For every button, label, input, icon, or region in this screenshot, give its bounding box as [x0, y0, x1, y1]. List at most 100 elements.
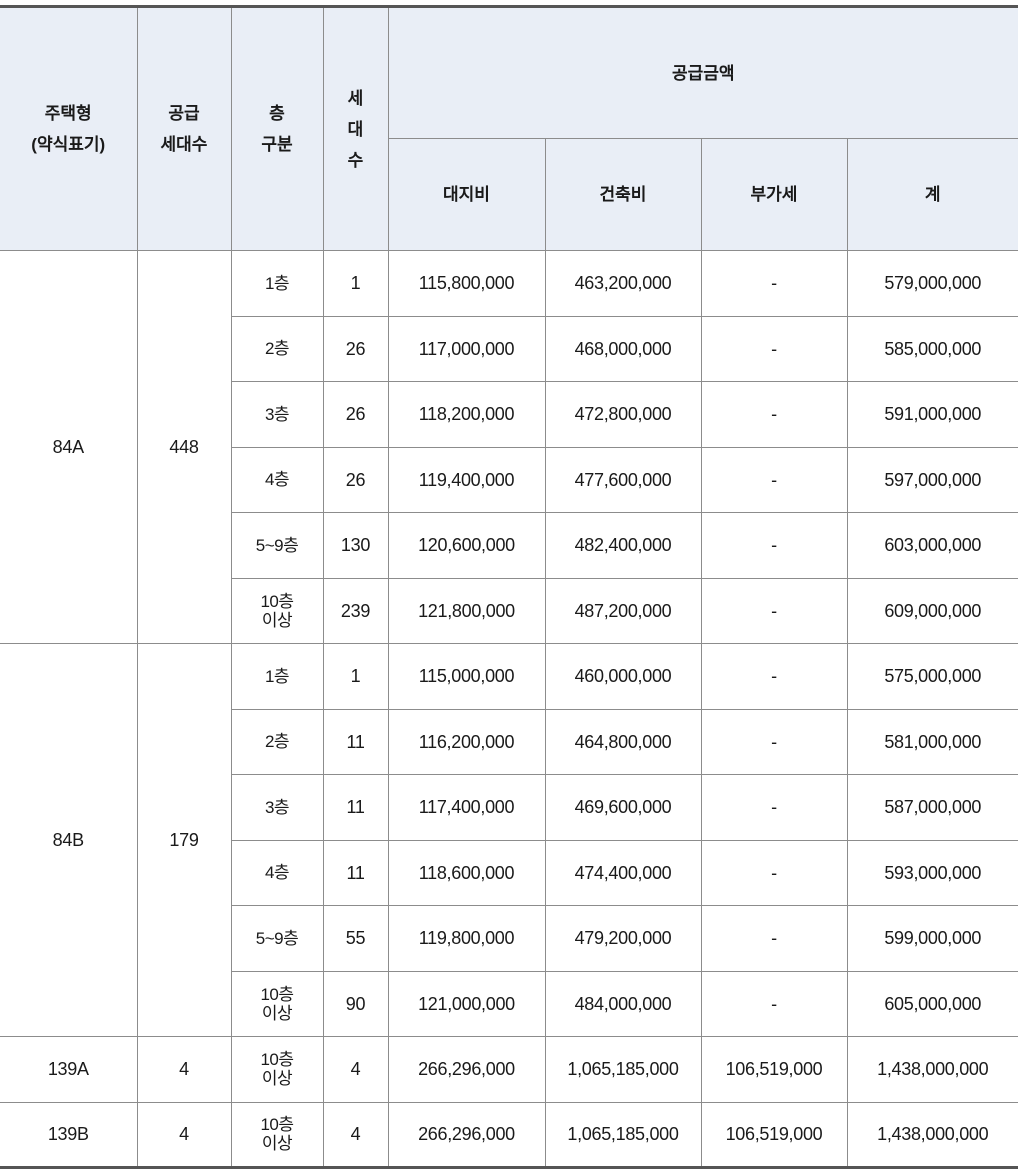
header-floor: 층 구분: [230, 6, 324, 251]
type-cell: 84B: [0, 643, 138, 1037]
building-cost-cell: 477,600,000: [544, 446, 702, 513]
vat-cell: -: [700, 905, 848, 972]
building-cost-cell: 463,200,000: [544, 250, 702, 317]
building-cost-cell: 1,065,185,000: [544, 1036, 702, 1103]
households-cell: 26: [322, 315, 389, 382]
building-cost-cell: 484,000,000: [544, 970, 702, 1037]
households-cell: 130: [322, 512, 389, 579]
households-cell: 11: [322, 774, 389, 841]
vat-cell: 106,519,000: [700, 1101, 848, 1168]
supply-count-cell: 448: [136, 250, 232, 644]
table-row: 84A 448 1층 1 115,800,000 463,200,000-579,000,…: [0, 250, 1018, 644]
building-cost-cell: 460,000,000: [544, 643, 702, 710]
header-supply-count: 공급 세대수: [136, 6, 232, 251]
vat-cell: -: [700, 381, 848, 448]
floor-cell: 3층: [231, 381, 324, 448]
building-cost-cell: 468,000,000: [544, 315, 702, 382]
floor-cell: 10층 이상: [231, 577, 324, 644]
floor-cell: 5~9층: [231, 905, 324, 972]
table-header: 주택형 (약식표기) 공급 세대수 층 구분 세대수 공급금액 대지비 건축비 부가세…: [0, 6, 1018, 251]
building-cost-cell: 472,800,000: [544, 381, 702, 448]
households-cell: 1: [322, 250, 389, 317]
land-cost-cell: 118,600,000: [387, 839, 546, 906]
vat-cell: -: [700, 643, 848, 710]
land-cost-cell: 116,200,000: [387, 708, 546, 775]
table-row: 139B 4 10층 이상 4 266,296,000 1,065,185,000 106,5…: [0, 1101, 1018, 1168]
land-cost-cell: 119,800,000: [387, 905, 546, 972]
header-land-cost: 대지비: [388, 138, 546, 251]
vat-cell: -: [700, 839, 848, 906]
floor-cell: 5~9층: [231, 512, 324, 579]
table-row: 139A 4 10층 이상 4 266,296,000 1,065,185,000 106,5…: [0, 1036, 1018, 1103]
land-cost-cell: 121,800,000: [387, 577, 546, 644]
type-cell: 139A: [0, 1036, 138, 1103]
total-cell: 587,000,000: [846, 774, 1018, 841]
floor-cell: 2층: [231, 708, 324, 775]
header-building-cost: 건축비: [544, 138, 702, 251]
table-body: 84A 448 1층 1 115,800,000 463,200,000-579,000,…: [0, 250, 1018, 1168]
households-cell: 239: [322, 577, 389, 644]
type-cell: 139B: [0, 1101, 138, 1168]
households-cell: 4: [322, 1036, 389, 1103]
total-cell: 597,000,000: [846, 446, 1018, 513]
land-cost-cell: 118,200,000: [387, 381, 546, 448]
total-cell: 609,000,000: [846, 577, 1018, 644]
households-cell: 90: [322, 970, 389, 1037]
total-cell: 603,000,000: [846, 512, 1018, 579]
building-cost-cell: 487,200,000: [544, 577, 702, 644]
total-cell: 585,000,000: [846, 315, 1018, 382]
land-cost-cell: 266,296,000: [387, 1036, 546, 1103]
vat-cell: 106,519,000: [700, 1036, 848, 1103]
land-cost-cell: 120,600,000: [387, 512, 546, 579]
households-cell: 4: [322, 1101, 389, 1168]
header-type: 주택형 (약식표기): [0, 6, 138, 251]
supply-price-table: 주택형 (약식표기) 공급 세대수 층 구분 세대수 공급금액 대지비 건축비 부가세…: [0, 5, 1018, 1169]
vat-cell: -: [700, 315, 848, 382]
total-cell: 581,000,000: [846, 708, 1018, 775]
header-total: 계: [846, 138, 1018, 251]
floor-cell: 10층 이상: [230, 1036, 324, 1103]
floor-cell: 1층: [230, 643, 324, 710]
vat-cell: -: [700, 577, 848, 644]
land-cost-cell: 115,800,000: [387, 250, 546, 317]
total-cell: 575,000,000: [846, 643, 1018, 710]
floor-cell: 10층 이상: [230, 1101, 324, 1168]
building-cost-cell: 479,200,000: [544, 905, 702, 972]
land-cost-cell: 266,296,000: [387, 1101, 546, 1168]
building-cost-cell: 474,400,000: [544, 839, 702, 906]
supply-count-cell: 4: [136, 1036, 232, 1103]
floor-cell: 4층: [231, 446, 324, 513]
land-cost-cell: 115,000,000: [387, 643, 546, 710]
vat-cell: -: [700, 708, 848, 775]
total-cell: 605,000,000: [846, 970, 1018, 1037]
households-cell: 26: [322, 381, 389, 448]
supply-count-cell: 4: [136, 1101, 232, 1168]
floor-cell: 10층 이상: [231, 970, 324, 1037]
floor-cell: 4층: [231, 839, 324, 906]
total-cell: 591,000,000: [846, 381, 1018, 448]
total-cell: 599,000,000: [846, 905, 1018, 972]
land-cost-cell: 117,000,000: [387, 315, 546, 382]
floor-cell: 2층: [231, 315, 324, 382]
households-cell: 11: [322, 708, 389, 775]
supply-count-cell: 179: [136, 643, 232, 1037]
households-cell: 11: [322, 839, 389, 906]
type-cell: 84A: [0, 250, 138, 644]
households-cell: 1: [322, 643, 389, 710]
vat-cell: -: [700, 250, 848, 317]
total-cell: 579,000,000: [846, 250, 1018, 317]
header-supply-amount: 공급금액: [387, 6, 1018, 139]
total-cell: 593,000,000: [846, 839, 1018, 906]
total-cell: 1,438,000,000: [846, 1101, 1018, 1168]
vat-cell: -: [700, 970, 848, 1037]
building-cost-cell: 464,800,000: [544, 708, 702, 775]
land-cost-cell: 121,000,000: [387, 970, 546, 1037]
households-cell: 26: [322, 446, 389, 513]
land-cost-cell: 117,400,000: [387, 774, 546, 841]
vat-cell: -: [700, 512, 848, 579]
vat-cell: -: [700, 774, 848, 841]
floor-cell: 1층: [230, 250, 324, 317]
land-cost-cell: 119,400,000: [387, 446, 546, 513]
table-row: 84B 179 1층 1 115,000,000 460,000,000-575,000,…: [0, 643, 1018, 1037]
building-cost-cell: 482,400,000: [544, 512, 702, 579]
